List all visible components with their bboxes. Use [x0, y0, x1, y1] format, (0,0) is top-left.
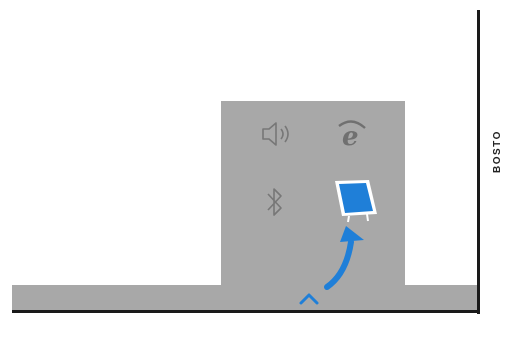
bluetooth-icon[interactable]	[262, 184, 288, 220]
chevron-up-icon	[299, 293, 319, 305]
screenshot-stage: BOSTO e	[0, 0, 516, 349]
pen-tablet-device-icon[interactable]	[329, 176, 383, 224]
speaker-icon[interactable]	[258, 119, 298, 149]
internet-explorer-icon[interactable]: e	[335, 118, 369, 152]
bezel-brand-label: BOSTO	[492, 130, 503, 174]
monitor-bezel-right	[477, 10, 480, 314]
monitor-bezel-bottom	[12, 310, 480, 313]
taskbar	[12, 285, 478, 310]
pointer-arrow-icon	[296, 220, 376, 310]
svg-text:e: e	[342, 122, 359, 152]
